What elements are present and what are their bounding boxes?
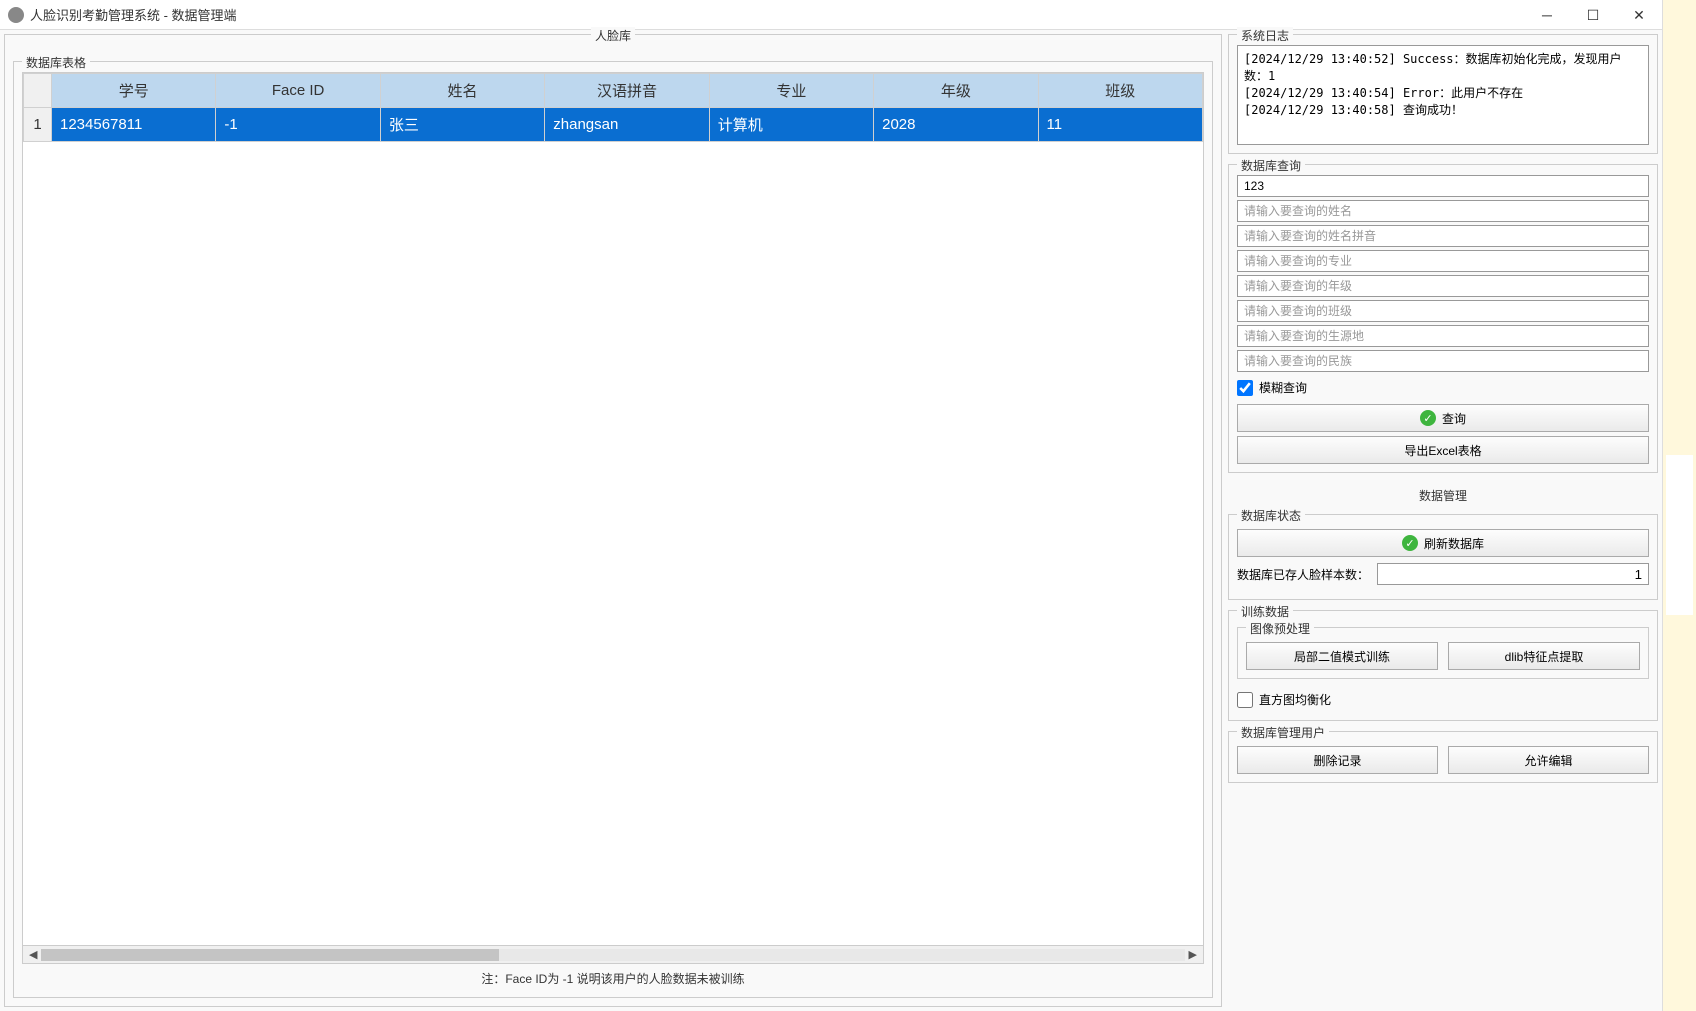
manage-center-label: 数据管理 (1228, 483, 1658, 504)
table-cell[interactable]: 计算机 (709, 108, 873, 142)
sample-count-value (1377, 563, 1649, 585)
side-strip (1662, 0, 1696, 1011)
delete-record-label: 删除记录 (1313, 752, 1361, 769)
col-name[interactable]: 姓名 (380, 74, 544, 108)
col-pinyin[interactable]: 汉语拼音 (545, 74, 709, 108)
user-mgmt-legend: 数据库管理用户 (1237, 724, 1329, 741)
query-class-input[interactable] (1237, 300, 1649, 322)
face-db-panel: 人脸库 数据库表格 学号 Face ID 姓名 汉语拼音 专业 (4, 34, 1222, 1007)
close-button[interactable]: ✕ (1616, 0, 1662, 30)
col-class[interactable]: 班级 (1038, 74, 1202, 108)
db-table-legend: 数据库表格 (22, 54, 90, 71)
col-grade[interactable]: 年级 (874, 74, 1038, 108)
query-major-input[interactable] (1237, 250, 1649, 272)
refresh-db-label: 刷新数据库 (1424, 535, 1484, 552)
table-cell[interactable]: 1234567811 (52, 108, 216, 142)
query-panel: 数据库查询 模糊查询 ✓ 查询 导出Excel表格 (1228, 164, 1658, 473)
table-cell[interactable]: 张三 (380, 108, 544, 142)
table-cell[interactable]: 11 (1038, 108, 1202, 142)
row-num-header (24, 74, 52, 108)
table-note: 注：Face ID为 -1 说明该用户的人脸数据未被训练 (22, 964, 1204, 989)
lbp-train-button[interactable]: 局部二值模式训练 (1246, 642, 1438, 670)
fuzzy-checkbox[interactable] (1237, 380, 1253, 396)
check-icon: ✓ (1402, 535, 1418, 551)
maximize-button[interactable]: ☐ (1570, 0, 1616, 30)
hist-eq-label: 直方图均衡化 (1259, 691, 1331, 708)
scroll-right-icon[interactable]: ▶ (1185, 948, 1201, 961)
row-number: 1 (24, 108, 52, 142)
search-button[interactable]: ✓ 查询 (1237, 404, 1649, 432)
query-legend: 数据库查询 (1237, 157, 1305, 174)
data-table[interactable]: 学号 Face ID 姓名 汉语拼音 专业 年级 班级 11234567811-… (22, 72, 1204, 946)
table-cell[interactable]: 2028 (874, 108, 1038, 142)
query-id-input[interactable] (1237, 175, 1649, 197)
col-student-id[interactable]: 学号 (52, 74, 216, 108)
query-pinyin-input[interactable] (1237, 225, 1649, 247)
query-grade-input[interactable] (1237, 275, 1649, 297)
dlib-extract-label: dlib特征点提取 (1505, 648, 1584, 665)
log-panel: 系统日志 [2024/12/29 13:40:52] Success：数据库初始… (1228, 34, 1658, 154)
check-icon: ✓ (1420, 410, 1436, 426)
db-table-panel: 数据库表格 学号 Face ID 姓名 汉语拼音 专业 年级 (13, 61, 1213, 998)
col-face-id[interactable]: Face ID (216, 74, 380, 108)
allow-edit-button[interactable]: 允许编辑 (1448, 746, 1649, 774)
table-cell[interactable]: -1 (216, 108, 380, 142)
db-status-legend: 数据库状态 (1237, 507, 1305, 524)
preproc-panel: 图像预处理 局部二值模式训练 dlib特征点提取 (1237, 627, 1649, 679)
titlebar: 人脸识别考勤管理系统 - 数据管理端 ─ ☐ ✕ (0, 0, 1662, 30)
search-button-label: 查询 (1442, 410, 1466, 427)
train-panel: 训练数据 图像预处理 局部二值模式训练 dlib特征点提取 直方图均衡化 (1228, 610, 1658, 721)
scroll-left-icon[interactable]: ◀ (25, 948, 41, 961)
horizontal-scrollbar[interactable]: ◀ ▶ (22, 946, 1204, 964)
refresh-db-button[interactable]: ✓ 刷新数据库 (1237, 529, 1649, 557)
user-mgmt-panel: 数据库管理用户 删除记录 允许编辑 (1228, 731, 1658, 783)
delete-record-button[interactable]: 删除记录 (1237, 746, 1438, 774)
window-title: 人脸识别考勤管理系统 - 数据管理端 (30, 5, 237, 24)
db-status-panel: 数据库状态 ✓ 刷新数据库 数据库已存人脸样本数： (1228, 514, 1658, 600)
minimize-button[interactable]: ─ (1524, 0, 1570, 30)
train-legend: 训练数据 (1237, 603, 1293, 620)
hist-eq-checkbox[interactable] (1237, 692, 1253, 708)
export-button[interactable]: 导出Excel表格 (1237, 436, 1649, 464)
preproc-legend: 图像预处理 (1246, 620, 1314, 637)
table-row[interactable]: 11234567811-1张三zhangsan计算机202811 (24, 108, 1203, 142)
dlib-extract-button[interactable]: dlib特征点提取 (1448, 642, 1640, 670)
lbp-train-label: 局部二值模式训练 (1294, 648, 1390, 665)
fuzzy-label: 模糊查询 (1259, 379, 1307, 396)
query-name-input[interactable] (1237, 200, 1649, 222)
app-icon (8, 7, 24, 23)
export-button-label: 导出Excel表格 (1404, 442, 1481, 459)
col-major[interactable]: 专业 (709, 74, 873, 108)
table-cell[interactable]: zhangsan (545, 108, 709, 142)
query-origin-input[interactable] (1237, 325, 1649, 347)
allow-edit-label: 允许编辑 (1524, 752, 1572, 769)
sample-count-label: 数据库已存人脸样本数： (1237, 566, 1369, 583)
query-ethnic-input[interactable] (1237, 350, 1649, 372)
log-textarea[interactable]: [2024/12/29 13:40:52] Success：数据库初始化完成，发… (1237, 45, 1649, 145)
log-legend: 系统日志 (1237, 27, 1293, 44)
face-db-legend: 人脸库 (591, 27, 635, 44)
